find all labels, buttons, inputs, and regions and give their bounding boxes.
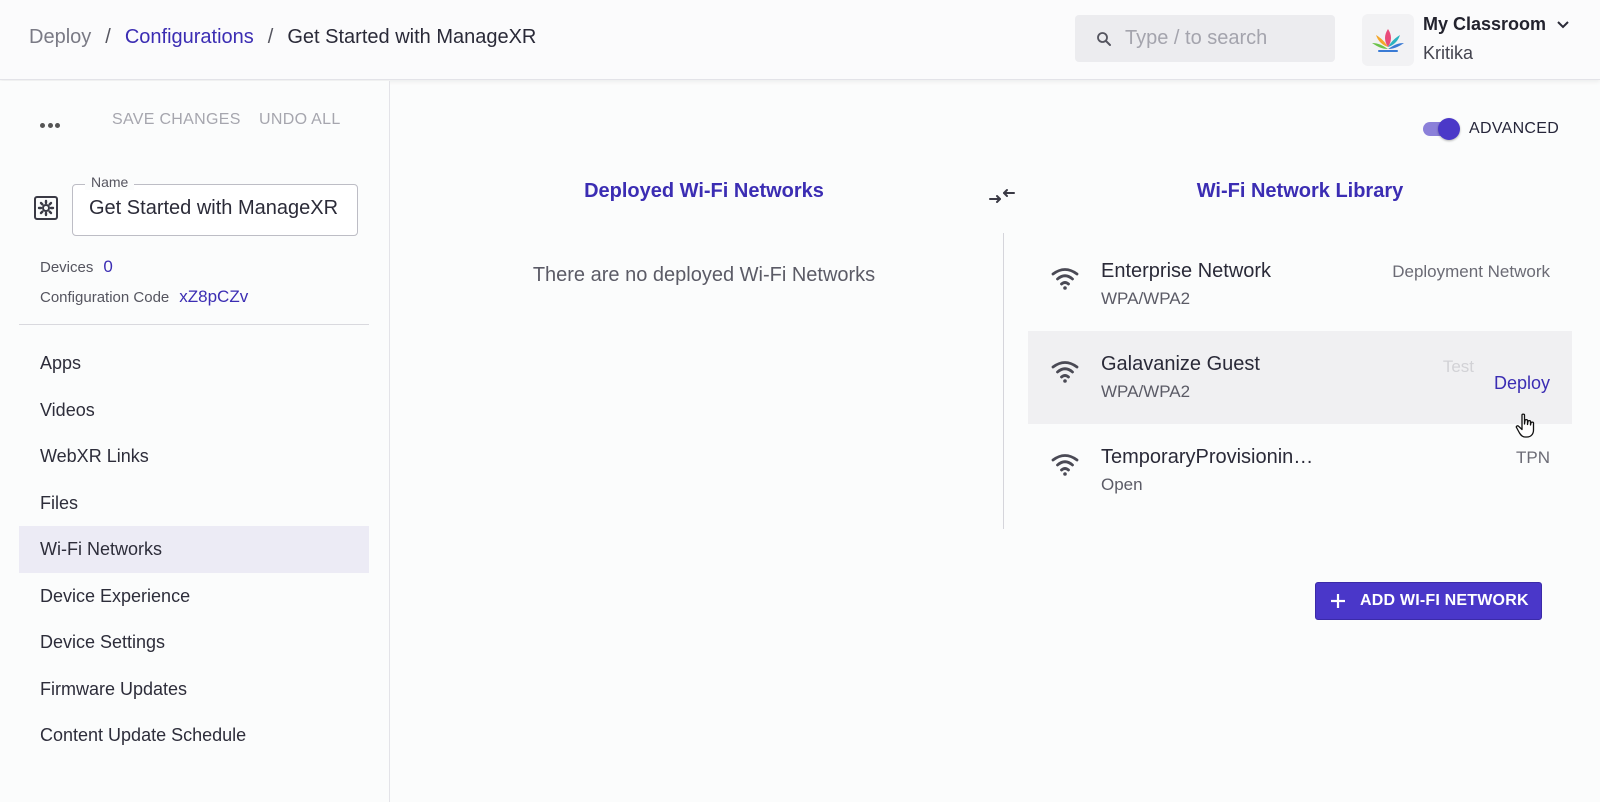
sidebar-item-webxr-links[interactable]: WebXR Links [19, 433, 369, 480]
add-wifi-network-label: ADD WI-FI NETWORK [1360, 592, 1529, 609]
advanced-label: ADVANCED [1469, 120, 1560, 137]
configuration-code: Configuration Code xZ8pCZv [40, 287, 248, 307]
sidebar: SAVE CHANGES UNDO ALL Name Devices 0 Con… [0, 81, 390, 802]
user-name: Kritika [1423, 43, 1474, 63]
breadcrumb-separator: / [105, 26, 111, 48]
empty-deployed-message: There are no deployed Wi-Fi Networks [532, 264, 876, 286]
sidebar-item-apps[interactable]: Apps [19, 340, 369, 387]
configuration-code-value[interactable]: xZ8pCZv [179, 287, 248, 307]
add-wifi-network-button[interactable]: ADD WI-FI NETWORK [1315, 582, 1542, 620]
lotus-logo [1362, 14, 1414, 66]
sidebar-item-content-update-schedule[interactable]: Content Update Schedule [19, 712, 369, 759]
breadcrumb: Deploy / Configurations / Get Started wi… [29, 26, 536, 49]
toggle-knob [1438, 118, 1460, 140]
sidebar-item-device-experience[interactable]: Device Experience [19, 573, 369, 620]
deployed-networks-title: Deployed Wi-Fi Networks [584, 180, 824, 202]
network-security: Open [1101, 475, 1143, 494]
config-name-field[interactable]: Name [72, 174, 358, 236]
network-security: WPA/WPA2 [1101, 382, 1191, 401]
devices-value[interactable]: 0 [103, 257, 112, 277]
search-icon [1097, 31, 1111, 46]
sidebar-item-device-settings[interactable]: Device Settings [19, 619, 369, 666]
settings-gear-icon[interactable] [34, 196, 58, 220]
org-name[interactable]: My Classroom [1423, 14, 1570, 35]
org-name-label: My Classroom [1423, 14, 1547, 34]
deploy-button[interactable]: Deploy [1494, 373, 1550, 394]
undo-all-button[interactable]: UNDO ALL [259, 111, 341, 129]
save-changes-button[interactable]: SAVE CHANGES [112, 111, 241, 129]
network-tag: Deployment Network [1392, 262, 1550, 281]
chevron-down-icon [1557, 20, 1569, 28]
network-security: WPA/WPA2 [1101, 289, 1191, 308]
network-tag: Test [1442, 357, 1474, 376]
column-divider [1003, 233, 1004, 529]
search-box[interactable] [1075, 15, 1335, 62]
network-library-list: Enterprise Network WPA/WPA2 Deployment N… [1028, 238, 1572, 517]
list-item[interactable]: Enterprise Network WPA/WPA2 Deployment N… [1028, 238, 1572, 331]
wifi-icon [1051, 454, 1079, 476]
breadcrumb-separator: / [267, 26, 274, 48]
sidebar-nav: Apps Videos WebXR Links Files Wi-Fi Netw… [19, 340, 369, 759]
divider [19, 324, 369, 325]
hand-cursor-icon [1515, 413, 1535, 438]
network-tag: TPN [1516, 448, 1550, 467]
library-title: Wi-Fi Network Library [1196, 180, 1404, 202]
network-name: Galavanize Guest [1101, 353, 1260, 375]
list-item[interactable]: TemporaryProvisionin… Open TPN [1028, 424, 1572, 517]
wifi-icon [1051, 361, 1079, 383]
devices-label: Devices [40, 258, 94, 276]
sidebar-item-wifi-networks[interactable]: Wi-Fi Networks [19, 526, 369, 573]
advanced-toggle[interactable] [1421, 118, 1460, 140]
collapse-arrows-icon[interactable] [988, 184, 1016, 208]
more-options-icon[interactable] [38, 113, 62, 137]
sidebar-actions [38, 113, 62, 137]
sidebar-item-files[interactable]: Files [19, 480, 369, 527]
search-input[interactable] [1125, 27, 1325, 50]
configuration-code-label: Configuration Code [40, 288, 170, 306]
sidebar-item-videos[interactable]: Videos [19, 387, 369, 434]
network-name: TemporaryProvisionin… [1101, 446, 1314, 468]
plus-icon [1331, 594, 1345, 608]
org-switcher[interactable]: My Classroom Kritika [1423, 14, 1570, 64]
network-name: Enterprise Network [1101, 260, 1272, 282]
wifi-icon [1051, 268, 1079, 290]
config-name-label: Name [85, 174, 135, 190]
top-header: Deploy / Configurations / Get Started wi… [0, 0, 1600, 80]
breadcrumb-current: Get Started with ManageXR [287, 26, 537, 48]
devices-count: Devices 0 [40, 257, 113, 277]
lotus-icon [1372, 29, 1404, 52]
breadcrumb-deploy[interactable]: Deploy [29, 26, 91, 49]
sidebar-item-firmware-updates[interactable]: Firmware Updates [19, 666, 369, 713]
breadcrumb-configurations[interactable]: Configurations [125, 26, 254, 49]
config-name-input[interactable] [89, 197, 351, 220]
list-item[interactable]: Galavanize Guest WPA/WPA2 Test Deploy [1028, 331, 1572, 424]
